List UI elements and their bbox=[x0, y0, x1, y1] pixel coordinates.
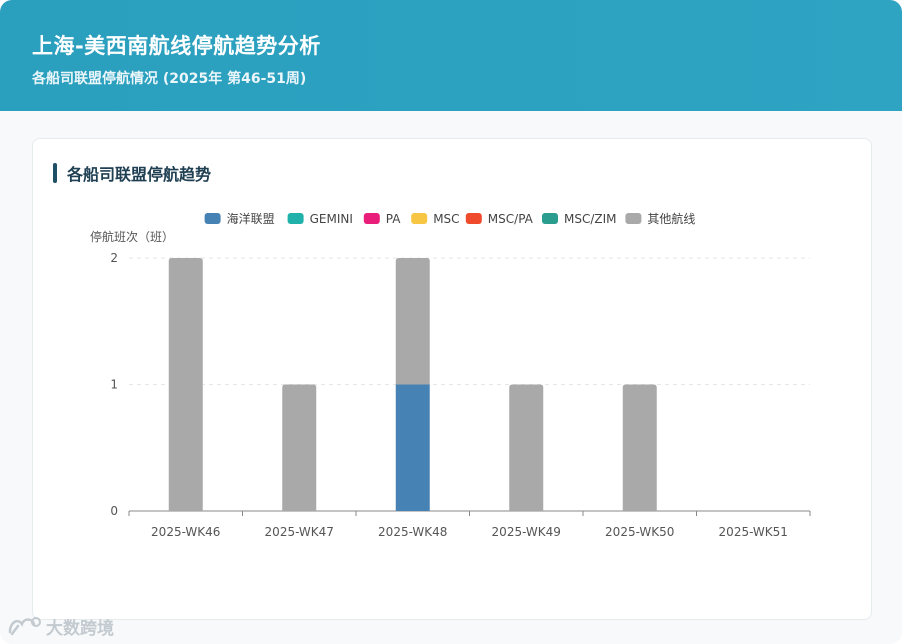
legend-swatch bbox=[625, 213, 642, 224]
y-tick-label: 0 bbox=[110, 504, 118, 518]
brand-logo-icon bbox=[8, 617, 41, 636]
bar-segment bbox=[395, 258, 430, 385]
bar-segment bbox=[509, 384, 544, 511]
legend-label: 其他航线 bbox=[647, 211, 695, 226]
page-frame: 上海-美西南航线停航趋势分析 各船司联盟停航情况 (2025年 第46-51周)… bbox=[0, 0, 902, 644]
x-tick-label: 2025-WK50 bbox=[605, 525, 674, 539]
legend-swatch bbox=[287, 213, 304, 224]
legend-swatch bbox=[363, 213, 380, 224]
legend-swatch bbox=[204, 213, 221, 224]
x-tick-label: 2025-WK47 bbox=[265, 525, 334, 539]
legend-label: GEMINI bbox=[310, 212, 353, 226]
x-tick-label: 2025-WK49 bbox=[492, 525, 561, 539]
legend-swatch bbox=[465, 213, 482, 224]
legend-label: PA bbox=[386, 212, 401, 226]
x-tick-label: 2025-WK51 bbox=[719, 525, 788, 539]
bar-segment bbox=[395, 384, 430, 511]
x-tick-label: 2025-WK46 bbox=[151, 525, 220, 539]
legend-swatch bbox=[411, 213, 428, 224]
y-tick-label: 1 bbox=[110, 378, 118, 392]
bar-segment bbox=[622, 384, 657, 511]
watermark: 大数跨境 bbox=[6, 612, 114, 640]
legend-label: MSC bbox=[433, 212, 459, 226]
legend-label: MSC/ZIM bbox=[564, 212, 617, 226]
watermark-text: 大数跨境 bbox=[46, 618, 114, 639]
stacked-bar-chart: 0 1 2 停航班次（班） 2025-WK46 2025-WK47 2025-WK48 202… bbox=[90, 211, 811, 539]
legend-swatch bbox=[542, 213, 558, 224]
bar-segment bbox=[168, 258, 203, 511]
legend-label: 海洋联盟 bbox=[227, 211, 275, 226]
y-tick-label: 2 bbox=[110, 251, 118, 265]
y-axis-label: 停航班次（班） bbox=[90, 229, 174, 244]
bar-segment bbox=[282, 384, 317, 511]
legend-label: MSC/PA bbox=[488, 212, 534, 226]
x-tick-label: 2025-WK48 bbox=[378, 525, 447, 539]
